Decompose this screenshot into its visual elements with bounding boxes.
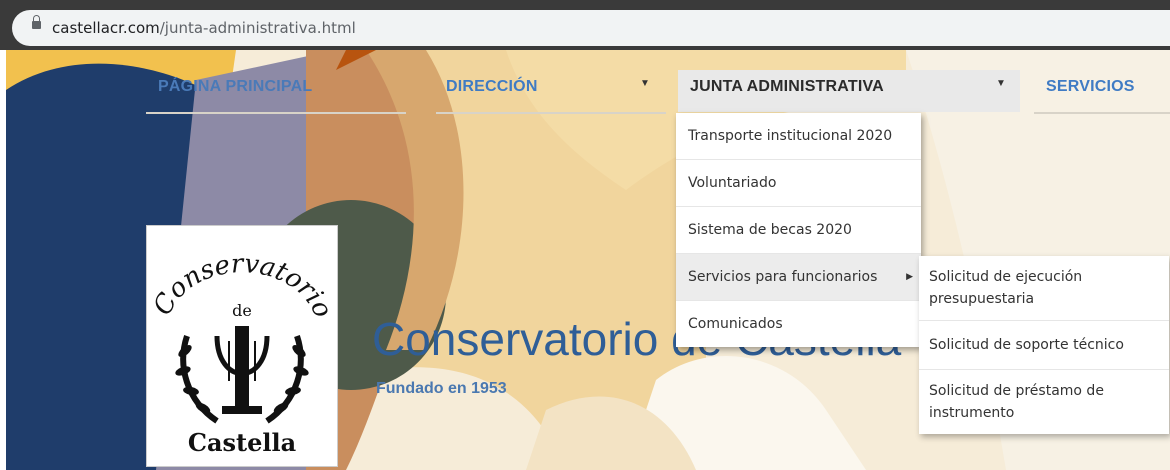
url-domain: castellacr.com <box>52 19 160 37</box>
nav-direccion[interactable]: DIRECCIÓN <box>446 78 538 96</box>
browser-toolbar: castellacr.com/junta-administrativa.html <box>0 0 1170 50</box>
junta-dropdown-menu: Transporte institucional 2020 Voluntaria… <box>676 113 921 347</box>
menu-item-comunicados[interactable]: Comunicados <box>676 301 921 347</box>
url-text[interactable]: castellacr.com/junta-administrativa.html <box>52 19 356 37</box>
nav-servicios[interactable]: SERVICIOS <box>1046 78 1135 96</box>
nav-divider <box>1034 112 1170 114</box>
nav-divider <box>146 112 406 114</box>
chevron-down-icon[interactable]: ▼ <box>996 78 1006 89</box>
nav-pagina-principal[interactable]: PÁGINA PRINCIPAL <box>158 78 312 96</box>
conservatorio-logo: Conservatorio de Castella <box>146 225 338 467</box>
url-path: /junta-administrativa.html <box>159 19 356 37</box>
address-bar[interactable]: castellacr.com/junta-administrativa.html <box>12 10 1170 46</box>
hero-banner: PÁGINA PRINCIPAL DIRECCIÓN ▼ JUNTA ADMIN… <box>6 50 1170 470</box>
chevron-down-icon[interactable]: ▼ <box>640 78 650 89</box>
nav-junta-administrativa[interactable]: JUNTA ADMINISTRATIVA <box>690 78 884 96</box>
logo-bottom-text: Castella <box>188 428 296 457</box>
submenu-item-soporte[interactable]: Solicitud de soporte técnico <box>919 321 1169 370</box>
lock-icon[interactable] <box>32 15 41 29</box>
menu-item-becas[interactable]: Sistema de becas 2020 <box>676 207 921 254</box>
menu-item-label: Servicios para funcionarios <box>688 269 878 285</box>
logo-middle-text: de <box>232 301 252 320</box>
submenu-item-ejecucion[interactable]: Solicitud de ejecución presupuestaria <box>919 256 1169 321</box>
nav-divider <box>436 112 666 114</box>
chevron-right-icon: ▶ <box>906 272 913 282</box>
servicios-funcionarios-submenu: Solicitud de ejecución presupuestaria So… <box>919 256 1169 434</box>
menu-item-transporte[interactable]: Transporte institucional 2020 <box>676 113 921 160</box>
founded-subtitle: Fundado en 1953 <box>376 380 507 397</box>
submenu-item-prestamo[interactable]: Solicitud de préstamo de instrumento <box>919 370 1169 434</box>
menu-item-voluntariado[interactable]: Voluntariado <box>676 160 921 207</box>
logo-emblem: Conservatorio de Castella <box>148 249 337 457</box>
menu-item-servicios-funcionarios[interactable]: Servicios para funcionarios ▶ <box>676 254 921 301</box>
